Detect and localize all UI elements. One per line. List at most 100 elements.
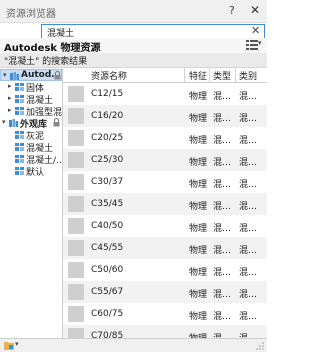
table-row[interactable]: C25/30 物理 混… 混… (63, 149, 267, 171)
asset-type: 混… (213, 202, 232, 212)
column-header-feature[interactable]: 特征 (189, 69, 207, 82)
asset-category: 混… (239, 180, 258, 190)
collapse-arrow-icon[interactable]: ▸ (8, 106, 12, 114)
column-divider[interactable] (235, 68, 236, 82)
asset-name: C30/37 (91, 177, 124, 187)
asset-feature: 物理 (189, 290, 208, 300)
tree-item[interactable]: ▸加强型混… (0, 105, 62, 118)
asset-category: 混… (239, 158, 258, 168)
asset-category: 混… (239, 312, 258, 322)
table-row[interactable]: C16/20 物理 混… 混… (63, 105, 267, 127)
title-bar: 资源浏览器 ? ✕ (0, 0, 267, 23)
tree-item[interactable]: 灰泥 (0, 129, 62, 142)
table-row[interactable]: C40/50 物理 混… 混… (63, 215, 267, 237)
grid-header: 资源名称 特征 类型 类别 (63, 68, 267, 83)
column-header-type[interactable]: 类型 (213, 69, 231, 82)
material-thumbnail (68, 284, 84, 300)
table-row[interactable]: C30/37 物理 混… 混… (63, 171, 267, 193)
asset-feature: 物理 (189, 312, 208, 322)
asset-type: 混… (213, 224, 232, 234)
category-folder-icon (15, 107, 24, 115)
material-thumbnail (68, 196, 84, 212)
material-thumbnail (68, 152, 84, 168)
asset-category: 混… (239, 136, 258, 146)
asset-name: C45/55 (91, 243, 124, 253)
asset-feature: 物理 (189, 158, 208, 168)
table-row[interactable]: C12/15 物理 混… 混… (63, 83, 267, 105)
asset-name: C12/15 (91, 89, 124, 99)
tree-item[interactable]: 混凝土/… (0, 153, 62, 166)
chevron-down-icon[interactable]: ▾ (15, 340, 19, 348)
chevron-down-icon[interactable]: ▾ (258, 39, 262, 47)
expand-arrow-icon[interactable]: ▾ (3, 71, 7, 79)
material-thumbnail (68, 108, 84, 124)
asset-type: 混… (213, 180, 232, 190)
window-title: 资源浏览器 (6, 9, 56, 20)
material-thumbnail (68, 328, 84, 338)
asset-feature: 物理 (189, 180, 208, 190)
column-header-name[interactable]: 资源名称 (91, 69, 127, 82)
category-folder-icon (15, 83, 24, 91)
folder-icon[interactable] (4, 341, 14, 350)
asset-type: 混… (213, 136, 232, 146)
collapse-arrow-icon[interactable]: ▸ (8, 94, 12, 102)
collapse-arrow-icon[interactable]: ▸ (8, 82, 12, 90)
category-folder-icon (15, 167, 24, 175)
lock-icon (54, 71, 61, 80)
category-folder-icon (15, 95, 24, 103)
column-header-category[interactable]: 类别 (239, 69, 257, 82)
search-results-label: "混凝土" 的搜索结果 (4, 57, 88, 67)
tree-item-label: 默认 (26, 168, 45, 178)
asset-type: 混… (213, 290, 232, 300)
column-divider[interactable] (184, 68, 185, 82)
library-tree: ▾Autod…▸固体▸混凝土▸加强型混…▾外观库灰泥混凝土混凝土/… 默认 (0, 68, 63, 338)
material-thumbnail (68, 174, 84, 190)
asset-category: 混… (239, 290, 258, 300)
library-icon (9, 119, 18, 127)
tree-item[interactable]: ▸ 混凝土 (0, 93, 62, 106)
help-button[interactable]: ? (229, 4, 235, 17)
material-thumbnail (68, 262, 84, 278)
asset-grid: 资源名称 特征 类型 类别 C12/15 物理 混… 混… C16/20 物理 混… 混… C2… (63, 68, 267, 338)
list-view-icon[interactable] (246, 40, 258, 50)
table-row[interactable]: C20/25 物理 混… 混… (63, 127, 267, 149)
resize-grip-icon[interactable] (256, 342, 264, 350)
material-thumbnail (68, 86, 84, 102)
asset-type: 混… (213, 331, 231, 338)
table-row[interactable]: C55/67 物理 混… 混… (63, 281, 267, 303)
asset-type: 混… (213, 312, 232, 322)
tree-item[interactable]: ▾ 外观库 (0, 117, 62, 130)
library-icon (10, 72, 19, 80)
lock-icon (53, 118, 60, 127)
search-results-header: "混凝土" 的搜索结果 (0, 53, 267, 68)
category-folder-icon (15, 155, 24, 163)
clear-search-button[interactable]: ✕ (251, 24, 260, 37)
material-thumbnail (68, 306, 84, 322)
asset-type: 混… (213, 92, 232, 102)
category-folder-icon (15, 131, 24, 139)
table-row[interactable]: C45/55 物理 混… 混… (63, 237, 267, 259)
asset-type: 混… (213, 114, 232, 124)
table-row[interactable]: C70/85物理混…混… (63, 325, 267, 338)
tree-item[interactable]: 默认 (0, 165, 62, 178)
asset-name: C55/67 (91, 287, 124, 297)
asset-category: 混… (239, 224, 258, 234)
tree-item[interactable]: 混凝土 (0, 141, 62, 154)
asset-category: 混… (239, 246, 258, 256)
column-divider[interactable] (209, 68, 210, 82)
tree-item[interactable]: ▸ 固体 (0, 81, 62, 94)
asset-category: 混… (239, 331, 257, 338)
asset-name: C40/50 (91, 221, 124, 231)
table-row[interactable]: C35/45 物理 混… 混… (63, 193, 267, 215)
table-row[interactable]: C50/60 物理 混… 混… (63, 259, 267, 281)
asset-category: 混… (239, 268, 258, 278)
asset-name: C60/75 (91, 309, 124, 319)
category-folder-icon (15, 143, 24, 151)
asset-category: 混… (239, 202, 258, 212)
table-row[interactable]: C60/75 物理 混… 混… (63, 303, 267, 325)
tree-item[interactable]: ▾ Autod… (0, 69, 62, 81)
expand-arrow-icon[interactable]: ▾ (2, 118, 6, 126)
asset-name: C70/85 (91, 331, 124, 338)
asset-category: 混… (239, 92, 258, 102)
close-button[interactable]: ✕ (250, 3, 260, 17)
